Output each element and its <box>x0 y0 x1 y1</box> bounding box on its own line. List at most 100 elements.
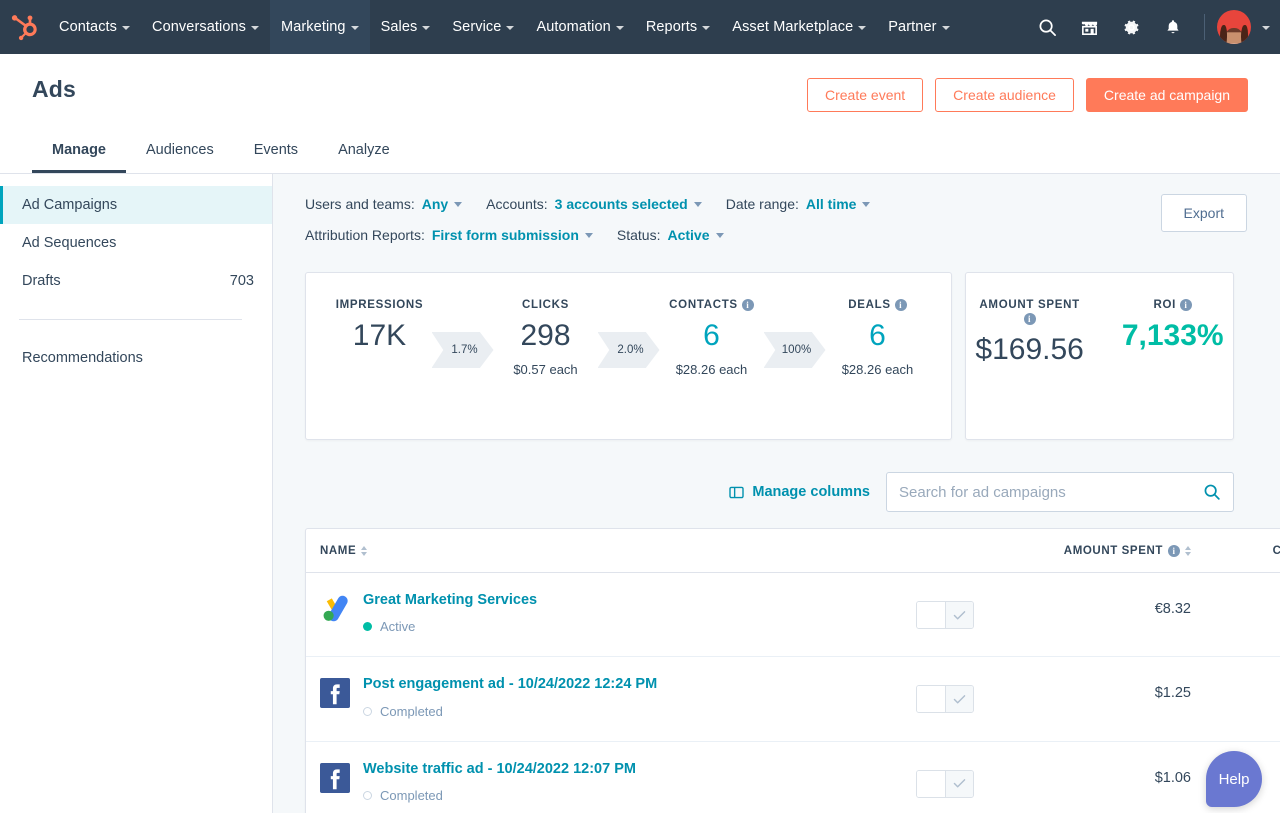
tab-manage[interactable]: Manage <box>32 132 126 173</box>
status-label: Completed <box>380 788 443 803</box>
status-dot-completed-icon <box>363 791 372 800</box>
nav-item-automation[interactable]: Automation <box>525 0 634 54</box>
info-icon[interactable]: i <box>1168 545 1180 557</box>
metric-value: 7,133% <box>1122 321 1224 351</box>
nav-item-sales[interactable]: Sales <box>370 0 442 54</box>
nav-item-contacts[interactable]: Contacts <box>48 0 141 54</box>
facebook-icon <box>320 763 350 793</box>
info-icon[interactable]: i <box>1180 299 1192 311</box>
avatar[interactable] <box>1217 10 1251 44</box>
column-header-name[interactable]: NAME <box>306 529 916 573</box>
search-box[interactable] <box>886 472 1234 512</box>
chevron-down-icon <box>858 26 866 30</box>
nav-item-partner[interactable]: Partner <box>877 0 960 54</box>
info-icon[interactable]: i <box>895 299 907 311</box>
marketplace-icon[interactable] <box>1070 8 1108 46</box>
campaign-name-link[interactable]: Great Marketing Services <box>363 592 537 609</box>
filter-accounts[interactable]: 3 accounts selected <box>555 196 702 212</box>
table-row[interactable]: Website traffic ad - 10/24/2022 12:07 PM… <box>306 741 1280 813</box>
spend-roi-group: AMOUNT SPENT i $169.56 ROI i 7,133% <box>966 299 1233 365</box>
nav-item-service[interactable]: Service <box>441 0 525 54</box>
status-label: Active <box>380 619 415 634</box>
filter-attribution-reports[interactable]: First form submission <box>432 227 593 243</box>
toggle-on-half[interactable] <box>946 602 974 628</box>
facebook-icon <box>320 678 350 708</box>
filter-date-range[interactable]: All time <box>806 196 871 212</box>
funnel-conversion-3: 100% <box>764 332 826 368</box>
create-event-button[interactable]: Create event <box>807 78 923 112</box>
sidebar-divider <box>19 319 242 320</box>
column-label: NAME <box>320 545 356 557</box>
sidebar-item-drafts[interactable]: Drafts 703 <box>0 262 272 300</box>
create-ad-campaign-button[interactable]: Create ad campaign <box>1086 78 1248 112</box>
toggle-on-half[interactable] <box>946 771 974 797</box>
column-header-ctr[interactable]: CTR i <box>1191 529 1280 573</box>
campaign-toggle[interactable] <box>916 770 974 798</box>
manage-columns-button[interactable]: Manage columns <box>729 484 870 500</box>
filter-bar: Users and teams: Any Accounts: 3 account… <box>273 196 1280 243</box>
filter-label-status: Status: <box>617 227 661 243</box>
campaign-name-link[interactable]: Post engagement ad - 10/24/2022 12:24 PM <box>363 676 657 693</box>
search-icon[interactable] <box>1028 8 1066 46</box>
filter-label-accounts: Accounts: <box>486 196 547 212</box>
nav-item-asset-marketplace[interactable]: Asset Marketplace <box>721 0 877 54</box>
table-row[interactable]: Great Marketing Services Active <box>306 573 1280 657</box>
cell-name: Post engagement ad - 10/24/2022 12:24 PM… <box>306 657 916 741</box>
filter-row-1: Users and teams: Any Accounts: 3 account… <box>305 196 1248 212</box>
conversion-rate: 1.7% <box>451 344 477 356</box>
nav-divider <box>1204 14 1205 40</box>
spend-roi-card: AMOUNT SPENT i $169.56 ROI i 7,133% <box>965 272 1234 440</box>
cell-amount-spent: $1.06 <box>1016 741 1191 813</box>
funnel-stage-cost: $28.26 each <box>826 362 930 377</box>
chevron-down-icon <box>862 202 870 207</box>
info-icon[interactable]: i <box>1024 313 1036 325</box>
check-icon <box>953 778 966 789</box>
hubspot-logo-link[interactable] <box>0 0 48 54</box>
export-button[interactable]: Export <box>1161 194 1247 232</box>
page-header: Ads Create event Create audience Create … <box>0 54 1280 173</box>
sidebar-item-count: 703 <box>230 273 254 289</box>
search-input[interactable] <box>899 484 1203 501</box>
search-icon[interactable] <box>1203 483 1221 501</box>
nav-item-reports[interactable]: Reports <box>635 0 721 54</box>
cell-ctr: 1.1% <box>1191 657 1280 741</box>
funnel-stage-contacts: CONTACTS i 6 $28.26 each <box>660 299 764 377</box>
nav-item-conversations[interactable]: Conversations <box>141 0 270 54</box>
notifications-bell-icon[interactable] <box>1154 8 1192 46</box>
conversion-rate: 100% <box>782 344 811 356</box>
create-audience-button[interactable]: Create audience <box>935 78 1074 112</box>
filter-users-and-teams[interactable]: Any <box>422 196 462 212</box>
tab-events[interactable]: Events <box>234 132 318 173</box>
table-row[interactable]: Post engagement ad - 10/24/2022 12:24 PM… <box>306 657 1280 741</box>
campaign-toggle[interactable] <box>916 685 974 713</box>
sidebar-item-ad-campaigns[interactable]: Ad Campaigns <box>0 186 272 224</box>
toggle-off-half[interactable] <box>917 686 946 712</box>
conversion-rate: 2.0% <box>617 344 643 356</box>
chevron-down-icon <box>616 26 624 30</box>
campaign-name-link[interactable]: Website traffic ad - 10/24/2022 12:07 PM <box>363 761 636 778</box>
help-button[interactable]: Help <box>1206 751 1262 807</box>
info-icon[interactable]: i <box>742 299 754 311</box>
gear-icon[interactable] <box>1112 8 1150 46</box>
nav-item-marketing[interactable]: Marketing <box>270 0 370 54</box>
sidebar: Ad Campaigns Ad Sequences Drafts 703 Rec… <box>0 174 273 813</box>
tab-audiences[interactable]: Audiences <box>126 132 234 173</box>
column-header-amount-spent[interactable]: AMOUNT SPENT i <box>1016 529 1191 573</box>
cell-name: Great Marketing Services Active <box>306 573 916 657</box>
filter-status[interactable]: Active <box>667 227 723 243</box>
sidebar-item-recommendations[interactable]: Recommendations <box>0 339 272 377</box>
sidebar-item-ad-sequences[interactable]: Ad Sequences <box>0 224 272 262</box>
cell-toggle <box>916 657 1016 741</box>
sort-icon[interactable] <box>361 546 367 556</box>
chevron-down-icon[interactable] <box>1262 26 1270 30</box>
toggle-on-half[interactable] <box>946 686 974 712</box>
filter-label-users-and-teams: Users and teams: <box>305 196 415 212</box>
toggle-off-half[interactable] <box>917 771 946 797</box>
toggle-off-half[interactable] <box>917 602 946 628</box>
sidebar-item-label: Ad Sequences <box>22 235 116 251</box>
tab-analyze[interactable]: Analyze <box>318 132 410 173</box>
sort-icon[interactable] <box>1185 546 1191 556</box>
status-dot-active-icon <box>363 622 372 631</box>
funnel-stage-impressions: IMPRESSIONS 17K <box>328 299 432 351</box>
campaign-toggle[interactable] <box>916 601 974 629</box>
